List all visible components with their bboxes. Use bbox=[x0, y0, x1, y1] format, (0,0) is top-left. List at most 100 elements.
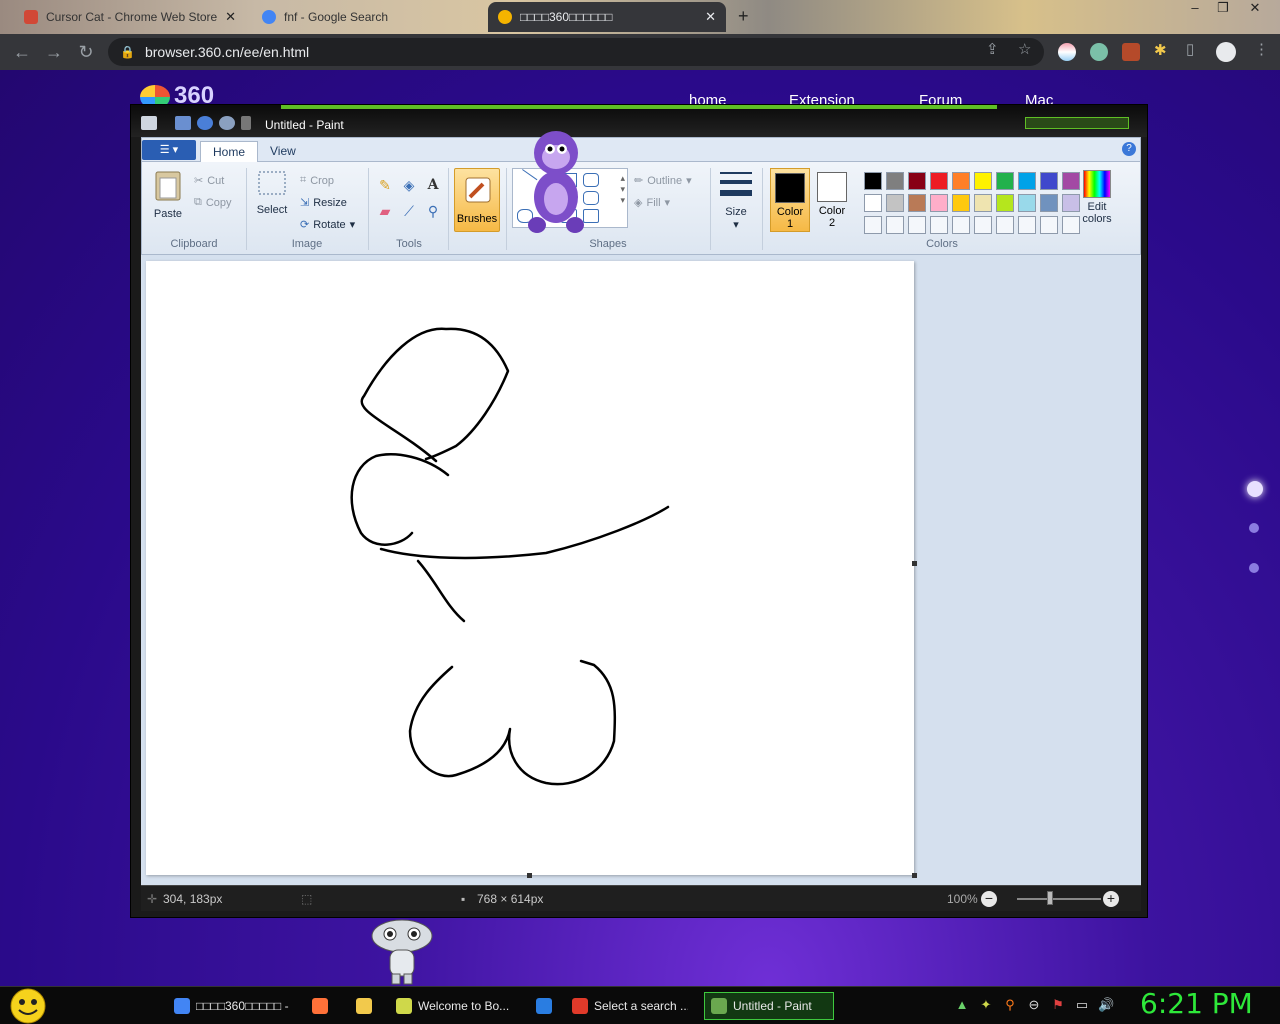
text-tool-icon[interactable]: A bbox=[422, 174, 444, 196]
close-tab-icon[interactable]: ✕ bbox=[461, 9, 472, 25]
paste-button[interactable]: Paste bbox=[150, 168, 186, 220]
tray-bonzi-icon[interactable]: ✦ bbox=[978, 997, 994, 1013]
palette-swatch[interactable] bbox=[974, 172, 992, 190]
address-bar[interactable]: 🔒 browser.360.cn/ee/en.html bbox=[108, 38, 1044, 66]
eraser-icon[interactable]: ▰ bbox=[374, 200, 396, 222]
palette-empty-swatch[interactable] bbox=[974, 216, 992, 234]
size-button[interactable]: Size ▾ bbox=[718, 170, 754, 231]
menu-icon[interactable]: ⋮ bbox=[1254, 40, 1269, 58]
palette-swatch[interactable] bbox=[1040, 194, 1058, 212]
palette-swatch[interactable] bbox=[952, 194, 970, 212]
palette-swatch[interactable] bbox=[908, 194, 926, 212]
palette-empty-swatch[interactable] bbox=[908, 216, 926, 234]
customize-qa-icon[interactable] bbox=[241, 116, 251, 130]
palette-swatch[interactable] bbox=[886, 194, 904, 212]
zoom-in-button[interactable]: + bbox=[1103, 891, 1119, 907]
palette-swatch[interactable] bbox=[930, 172, 948, 190]
help-icon[interactable]: ? bbox=[1122, 142, 1136, 156]
palette-swatch[interactable] bbox=[952, 172, 970, 190]
color-picker-icon[interactable]: ⟋ bbox=[398, 200, 420, 222]
minimize-button[interactable]: – bbox=[1180, 0, 1210, 20]
crop-button[interactable]: ⌗ Crop bbox=[300, 174, 334, 187]
tab-home[interactable]: Home bbox=[200, 141, 259, 162]
restore-button[interactable]: ❐ bbox=[1208, 0, 1238, 20]
magnifier-icon[interactable]: ⚲ bbox=[422, 200, 444, 222]
redo-icon[interactable] bbox=[219, 116, 235, 130]
palette-swatch[interactable] bbox=[886, 172, 904, 190]
select-button[interactable]: Select bbox=[254, 168, 290, 216]
profile-icon[interactable] bbox=[1216, 42, 1236, 62]
shapes-scroll-icon[interactable]: ▴ ▾ ▾ bbox=[620, 173, 625, 206]
drawing-canvas[interactable] bbox=[146, 261, 914, 875]
reload-button[interactable]: ↻ bbox=[70, 36, 102, 68]
tray-network-icon[interactable]: ▭ bbox=[1074, 997, 1090, 1013]
smiley-start-icon[interactable] bbox=[8, 987, 48, 1024]
palette-swatch[interactable] bbox=[974, 194, 992, 212]
color1-button[interactable]: Color 1 bbox=[770, 168, 810, 232]
forward-button[interactable]: → bbox=[38, 36, 70, 68]
pencil-icon[interactable]: ✎ bbox=[374, 174, 396, 196]
taskbar-item[interactable]: □□□□360□□□□□ - Goo... bbox=[168, 992, 298, 1020]
back-button[interactable]: ← bbox=[6, 36, 38, 68]
brushes-button[interactable]: Brushes bbox=[454, 168, 500, 232]
taskbar-item[interactable]: Untitled - Paint bbox=[704, 992, 834, 1020]
palette-swatch[interactable] bbox=[864, 172, 882, 190]
tray-volume-icon[interactable]: 🔊 bbox=[1098, 997, 1114, 1013]
taskbar-item[interactable]: Select a search ... bbox=[566, 992, 694, 1020]
taskbar-item[interactable] bbox=[350, 992, 382, 1020]
palette-swatch[interactable] bbox=[908, 172, 926, 190]
star-icon[interactable]: ☆ bbox=[1018, 40, 1031, 58]
extension-3-icon[interactable] bbox=[1122, 43, 1140, 61]
fill-bucket-icon[interactable]: ◈ bbox=[398, 174, 420, 196]
taskbar-clock[interactable]: 6:21 PM bbox=[1140, 987, 1253, 1020]
puzzle-icon[interactable]: ✱ bbox=[1154, 41, 1167, 59]
palette-swatch[interactable] bbox=[930, 194, 948, 212]
fill-button[interactable]: ◈ Fill ▾ bbox=[634, 196, 670, 210]
close-tab-icon[interactable]: ✕ bbox=[225, 9, 236, 25]
tab-google-search[interactable]: fnf - Google Search ✕ bbox=[252, 2, 482, 32]
palette-swatch[interactable] bbox=[1040, 172, 1058, 190]
taskbar-item[interactable] bbox=[306, 992, 338, 1020]
palette-empty-swatch[interactable] bbox=[996, 216, 1014, 234]
palette-swatch[interactable] bbox=[996, 172, 1014, 190]
close-window-button[interactable]: ✕ bbox=[1240, 0, 1270, 20]
tray-minus-icon[interactable]: ⊖ bbox=[1026, 997, 1042, 1013]
save-icon[interactable] bbox=[175, 116, 191, 130]
close-tab-icon[interactable]: ✕ bbox=[705, 9, 716, 25]
resize-handle-bottom[interactable] bbox=[527, 873, 532, 878]
extension-1-icon[interactable] bbox=[1058, 43, 1076, 61]
carousel-dot-active[interactable] bbox=[1247, 481, 1263, 497]
carousel-dot[interactable] bbox=[1249, 523, 1259, 533]
palette-empty-swatch[interactable] bbox=[1018, 216, 1036, 234]
palette-swatch[interactable] bbox=[996, 194, 1014, 212]
carousel-dot[interactable] bbox=[1249, 563, 1259, 573]
palette-swatch[interactable] bbox=[1018, 194, 1036, 212]
edit-colors-button[interactable]: Edit colors bbox=[1076, 170, 1118, 225]
tab-view[interactable]: View bbox=[258, 141, 308, 162]
zoom-out-button[interactable]: − bbox=[981, 891, 997, 907]
resize-button[interactable]: ⇲ Resize bbox=[300, 196, 347, 210]
resize-handle-corner[interactable] bbox=[912, 873, 917, 878]
outline-button[interactable]: ✏ Outline ▾ bbox=[634, 174, 692, 188]
paint-window-controls[interactable] bbox=[1025, 117, 1129, 129]
palette-empty-swatch[interactable] bbox=[930, 216, 948, 234]
extension-2-icon[interactable] bbox=[1090, 43, 1108, 61]
color2-button[interactable]: Color 2 bbox=[812, 168, 852, 232]
share-icon[interactable]: ⇪ bbox=[986, 40, 999, 58]
zoom-slider-track[interactable] bbox=[1017, 898, 1101, 900]
palette-empty-swatch[interactable] bbox=[864, 216, 882, 234]
palette-empty-swatch[interactable] bbox=[886, 216, 904, 234]
tab-360-browser[interactable]: □□□□360□□□□□□ ✕ bbox=[488, 2, 726, 32]
cut-button[interactable]: ✂ Cut bbox=[194, 174, 224, 188]
rotate-button[interactable]: ⟳ Rotate ▾ bbox=[300, 218, 355, 232]
tray-search-icon[interactable]: ⚲ bbox=[1002, 997, 1018, 1013]
zoom-slider-thumb[interactable] bbox=[1047, 891, 1053, 905]
palette-empty-swatch[interactable] bbox=[952, 216, 970, 234]
tab-cursor-cat[interactable]: Cursor Cat - Chrome Web Store ✕ bbox=[14, 2, 246, 32]
undo-icon[interactable] bbox=[197, 116, 213, 130]
taskbar-item[interactable] bbox=[530, 992, 562, 1020]
sidepanel-icon[interactable]: ▯ bbox=[1186, 40, 1194, 58]
tray-tree-icon[interactable]: ▲ bbox=[954, 997, 970, 1013]
copy-button[interactable]: ⧉ Copy bbox=[194, 196, 232, 209]
file-menu-button[interactable]: ☰ ▾ bbox=[142, 140, 196, 160]
